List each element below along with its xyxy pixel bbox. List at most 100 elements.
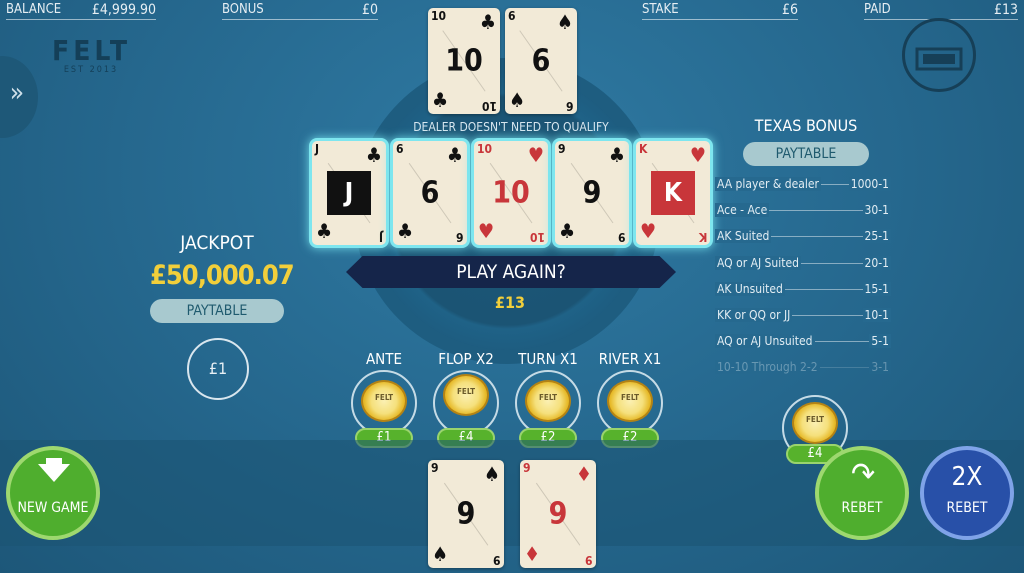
bet-spot[interactable]: FELT (597, 370, 663, 436)
rebet-button[interactable]: ↷ REBET (815, 446, 909, 540)
suit-icon: ♠ (432, 542, 449, 566)
new-game-label: NEW GAME (17, 500, 89, 516)
paytable-payout: 30-1 (862, 203, 891, 218)
suit-icon: ♣ (608, 143, 625, 167)
bonus-value: £0 (361, 2, 378, 18)
suit-icon: ♥ (640, 219, 657, 243)
balance-value: £4,999.90 (91, 2, 156, 18)
dealer-note: DEALER DOESN'T NEED TO QUALIFY (413, 120, 609, 134)
suit-icon: ♣ (397, 219, 414, 243)
card-rank: 10 (481, 99, 497, 113)
suit-icon: ♥ (689, 143, 706, 167)
down-arrow-icon-head (38, 464, 70, 482)
chip-icon: FELT (361, 380, 407, 422)
suit-icon: ♥ (527, 143, 544, 167)
jackpot-title: JACKPOT (180, 232, 254, 254)
chip-icon: FELT (792, 402, 838, 444)
suit-icon: ♦ (575, 462, 592, 486)
chip-text: FELT (374, 393, 393, 402)
card-center-rank: 9 (456, 496, 476, 532)
card-rank: 10 (529, 230, 545, 244)
paytable-hand: KK or QQ or JJ (715, 308, 793, 322)
jackpot-bet-spot[interactable]: £1 (187, 338, 249, 400)
card-rank: 6 (566, 99, 574, 113)
playing-card: 9 ♣ 9 ♣ 9 (555, 141, 629, 245)
suit-icon: ♥ (478, 219, 495, 243)
paytable-hand: 10-10 Through 2-2 (715, 360, 820, 375)
paytable-row: AK Suited 25-1 (715, 229, 891, 244)
paytable-payout: 3-1 (869, 360, 891, 375)
jackpot-paytable-button[interactable]: PAYTABLE (150, 299, 284, 323)
paytable-hand: AQ or AJ Suited (715, 255, 801, 270)
card-rank: J (378, 230, 383, 244)
play-again-banner[interactable]: PLAY AGAIN? (346, 256, 676, 288)
double-big-label: 2X (951, 462, 983, 492)
new-game-button[interactable]: NEW GAME (6, 446, 100, 540)
texas-bonus-paytable-button[interactable]: PAYTABLE (743, 142, 869, 166)
card-center-rank: 10 (492, 175, 530, 211)
chip-icon: FELT (607, 380, 653, 422)
chip-text: FELT (456, 387, 475, 396)
paytable-row: AK Unsuited 15-1 (715, 281, 891, 296)
playing-card: 6 ♠ 6 ♠ 6 (505, 8, 577, 114)
paid-value: £13 (993, 2, 1018, 18)
paytable-row: AQ or AJ Suited 20-1 (715, 255, 891, 270)
bet-label: ANTE (365, 350, 403, 368)
double-rebet-button[interactable]: 2X REBET (920, 446, 1014, 540)
double-rebet-label: REBET (946, 500, 988, 516)
card-rank: 6 (396, 142, 404, 156)
card-rank: 6 (508, 9, 516, 23)
paytable-hand: Ace - Ace (715, 203, 770, 218)
card-center-rank: 10 (445, 43, 483, 79)
bet-spot[interactable]: FELT (351, 370, 417, 436)
card-face: K (651, 171, 695, 215)
card-rank: 9 (493, 553, 501, 567)
card-rank: 6 (456, 230, 464, 244)
paid-label: PAID (864, 2, 891, 17)
card-face: J (327, 171, 371, 215)
bet-label: TURN X1 (518, 350, 578, 368)
paid-stat: PAID £13 (864, 2, 1018, 20)
paytable-hand: AK Unsuited (715, 281, 785, 296)
paytable-hand: AQ or AJ Unsuited (715, 334, 815, 349)
divider (642, 19, 798, 20)
double-chevron-right-icon: » (9, 78, 24, 108)
paytable-payout: 25-1 (862, 229, 891, 244)
card-rank: K (698, 230, 707, 244)
card-rank: 9 (523, 461, 531, 475)
divider (6, 19, 156, 20)
card-center-rank: 9 (582, 175, 602, 211)
paytable-row: Ace - Ace 30-1 (715, 203, 891, 218)
bet-spot[interactable]: FELT (433, 370, 499, 436)
paytable-payout: 1000-1 (848, 177, 891, 191)
rebet-curve-arrow-icon: ↷ (851, 455, 876, 493)
expand-panel-button[interactable]: » (0, 56, 38, 138)
felt-logo: FELT EST 2013 (52, 34, 130, 86)
paytable-row: AQ or AJ Unsuited 5-1 (715, 334, 891, 349)
playing-card: 9 ♠ 9 ♠ 9 (428, 460, 504, 568)
jackpot-value: £50,000.07 (150, 260, 295, 291)
badge-emblem-icon (915, 47, 963, 71)
stake-value: £6 (781, 2, 798, 18)
playing-card: J ♣ J ♣ J (312, 141, 386, 245)
paytable-row: AA player & dealer 1000-1 (715, 177, 891, 191)
rebet-label: REBET (841, 500, 883, 516)
chip-icon: FELT (525, 380, 571, 422)
bet-spot[interactable]: FELT (515, 370, 581, 436)
suit-icon: ♣ (316, 219, 333, 243)
balance-stat: BALANCE £4,999.90 (6, 2, 156, 20)
playing-card: 6 ♣ 6 ♣ 6 (393, 141, 467, 245)
playing-card: 10 ♥ 10 ♥ 10 (474, 141, 548, 245)
bet-label: FLOP X2 (438, 350, 494, 368)
card-rank: 9 (585, 553, 593, 567)
win-amount: £13 (494, 293, 526, 312)
paytable-hand: AK Suited (715, 229, 772, 244)
suit-icon: ♠ (509, 88, 526, 112)
chip-icon: FELT (443, 374, 489, 416)
stake-stat: STAKE £6 (642, 2, 798, 20)
card-rank: 10 (431, 9, 447, 23)
chip-text: FELT (538, 393, 557, 402)
paytable-hand: AA player & dealer (715, 177, 821, 191)
card-rank: 9 (558, 142, 566, 156)
suit-icon: ♣ (559, 219, 576, 243)
